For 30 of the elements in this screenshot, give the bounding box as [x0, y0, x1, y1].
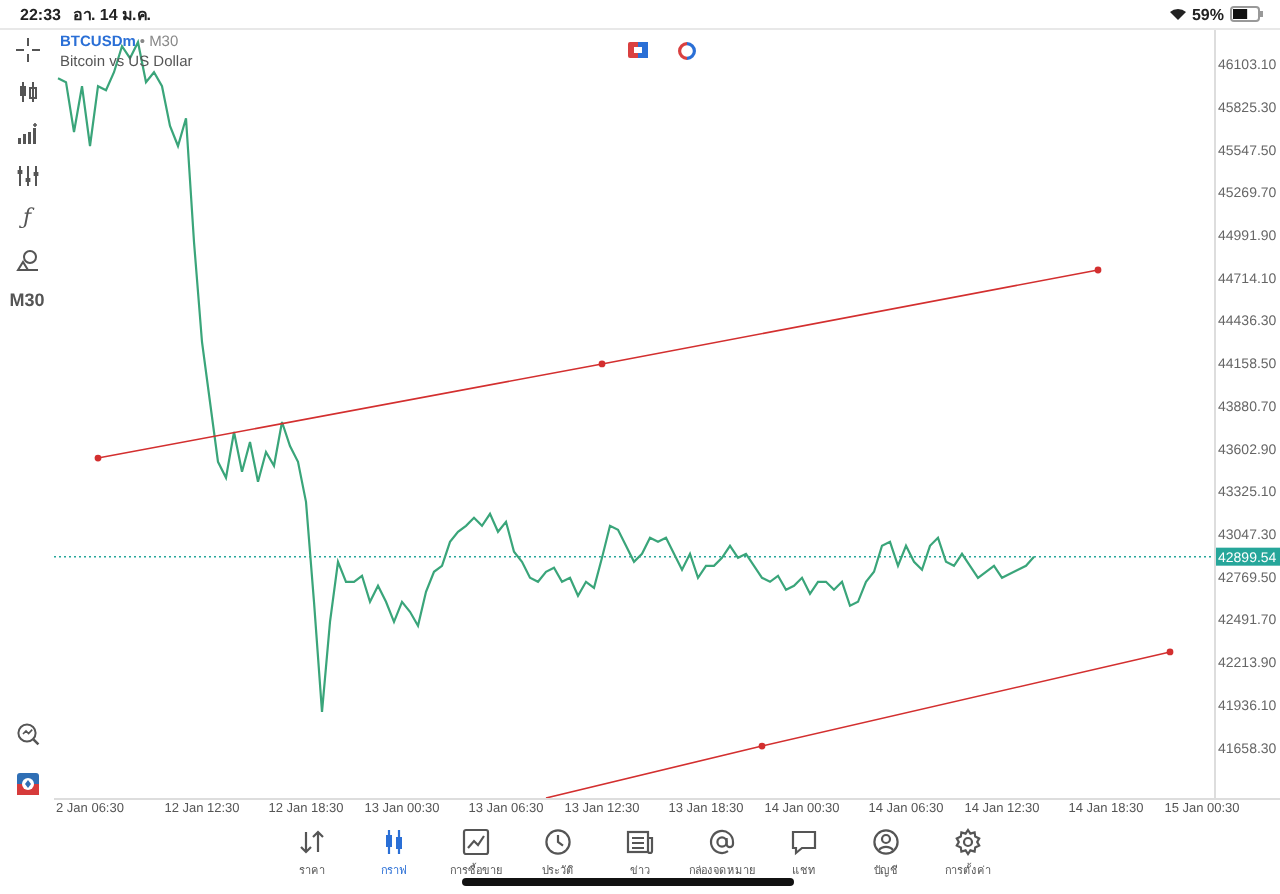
chat-bubble-icon: [790, 828, 818, 856]
zoom-chart-icon[interactable]: [15, 722, 39, 746]
timeframe-button[interactable]: M30: [9, 290, 45, 310]
point: [598, 360, 606, 368]
status-date: อา. 14 ม.ค.: [72, 3, 151, 27]
point: [758, 742, 766, 750]
logo-icon[interactable]: [15, 772, 39, 796]
wifi-icon: [1169, 8, 1186, 20]
newspaper-icon: [626, 828, 654, 856]
battery-percentage: 59%: [1191, 5, 1224, 23]
point: [1166, 648, 1174, 656]
sort-arrows-icon: [298, 828, 326, 856]
crosshair-icon[interactable]: [15, 38, 39, 62]
settings-icon: [954, 828, 982, 856]
user-icon: [872, 828, 900, 856]
line-chart-icon: [462, 828, 490, 856]
trade-panel-icon[interactable]: [628, 42, 648, 58]
bar-chart-icon[interactable]: [15, 122, 39, 146]
ring-icon[interactable]: [678, 42, 696, 60]
at-sign-icon: [708, 828, 736, 856]
candlestick-icon[interactable]: [15, 80, 39, 104]
candlestick-icon: [380, 828, 408, 856]
battery-icon: [1230, 6, 1264, 22]
sliders-icon[interactable]: [15, 164, 39, 188]
status-time: 22:33: [20, 5, 61, 23]
clock-icon: [544, 828, 572, 856]
shapes-icon[interactable]: [15, 248, 39, 272]
point: [1094, 266, 1102, 274]
function-icon[interactable]: ƒ: [22, 206, 32, 230]
point: [94, 454, 102, 462]
